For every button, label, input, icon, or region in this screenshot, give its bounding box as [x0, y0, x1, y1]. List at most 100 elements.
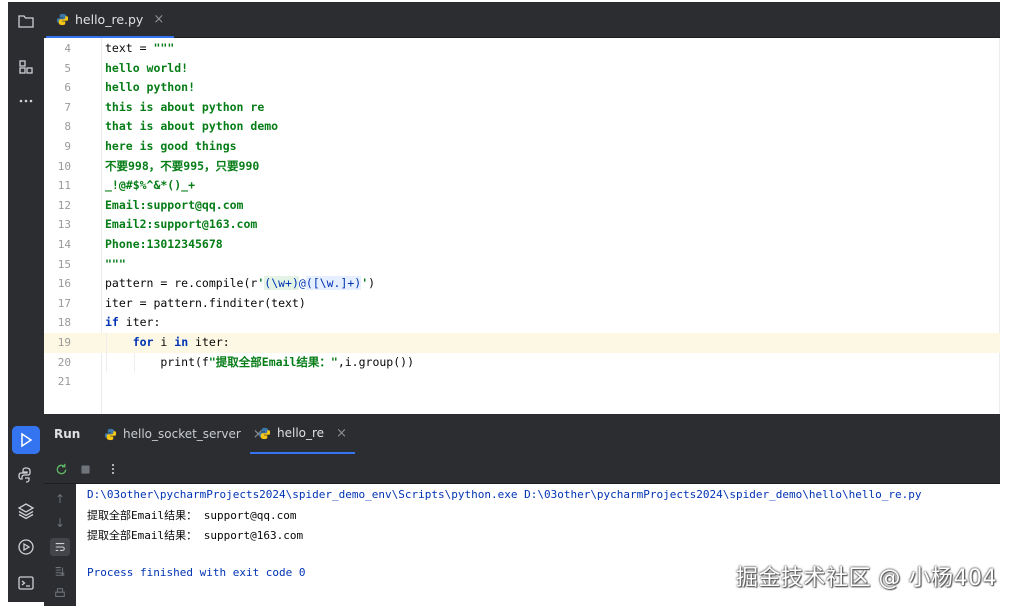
code-line[interactable]: 11 _!@#$%^&*()_+ [44, 176, 1000, 196]
code-token: here is good things [105, 139, 237, 153]
indent-guide [106, 333, 107, 353]
stop-icon[interactable] [76, 460, 94, 478]
line-number: 8 [64, 120, 71, 134]
structure-icon[interactable] [8, 52, 44, 82]
line-number: 21 [57, 375, 71, 389]
code-token: ([\w.]+) [305, 276, 362, 291]
code-line[interactable]: 13 Email2:support@163.com [44, 215, 1000, 235]
line-number: 7 [64, 100, 71, 114]
project-folder-icon[interactable] [8, 6, 44, 36]
code-text: 不要998，不要995，只要990 [105, 157, 259, 177]
code-line[interactable]: 17 iter = pattern.finditer(text) [44, 294, 1000, 314]
rerun-icon[interactable] [52, 460, 70, 478]
code-text: that is about python demo [105, 117, 278, 137]
code-token: ,i.group()) [337, 354, 414, 369]
line-number: 4 [64, 42, 71, 55]
code-token: (\w+) [264, 276, 299, 291]
run-icon[interactable] [12, 426, 40, 454]
python-file-icon [56, 13, 69, 25]
code-token: this is about python re [105, 99, 265, 114]
print-icon[interactable] [50, 584, 70, 602]
code-text: """ [105, 255, 126, 275]
code-line[interactable]: 9 here is good things [44, 137, 1000, 157]
code-line[interactable]: 6 hello python! [44, 78, 1000, 98]
code-line[interactable]: 20 print(f"提取全部Email结果：",i.group()) [44, 352, 1000, 373]
watermark: 掘金技术社区 @ 小杨404 [736, 566, 997, 591]
code-token: pattern = re.compile(r [105, 276, 258, 291]
line-number: 10 [57, 159, 71, 173]
code-line[interactable]: 15 """ [44, 255, 1000, 275]
tab-filename: hello_re.py [75, 11, 144, 27]
code-line[interactable]: 12 Email:support@qq.com [44, 196, 1000, 216]
console-side-toolbar: ↑ ↓ [44, 484, 76, 606]
line-number: 11 [57, 179, 71, 193]
code-line[interactable]: 8 that is about python demo [44, 117, 1000, 137]
line-number: 17 [57, 296, 71, 310]
code-token: text = [105, 41, 154, 55]
indent-guide [134, 352, 135, 373]
editor-tab-bar: hello_re.py × [44, 2, 1000, 38]
code-line[interactable]: 7 this is about python re [44, 98, 1000, 118]
code-text: here is good things [105, 137, 237, 157]
line-number: 18 [57, 316, 71, 330]
code-text: Email2:support@163.com [105, 215, 257, 235]
left-tool-stripe [8, 2, 44, 602]
scroll-to-end-icon[interactable] [50, 562, 70, 580]
line-number: 12 [57, 198, 71, 212]
console-exit-line: Process finished with exit code 0 [87, 566, 306, 579]
code-token: Email:support@qq.com [105, 197, 244, 212]
run-title: Run [54, 427, 81, 441]
tab-close-icon[interactable]: × [153, 12, 164, 27]
code-token: ) [368, 276, 376, 291]
code-text: print(f"提取全部Email结果：",i.group()) [105, 353, 414, 373]
code-text: pattern = re.compile(r'(\w+)@([\w.]+)') [105, 274, 375, 294]
code-token: hello world! [105, 60, 189, 75]
code-token: "提取全部Email结果：" [208, 354, 338, 369]
scroll-down-icon[interactable]: ↓ [50, 514, 70, 532]
more-options-icon[interactable] [104, 460, 122, 478]
indent-guide [106, 352, 107, 373]
code-token: iter = pattern.finditer(text) [105, 295, 306, 310]
run-tab-label: hello_socket_server [123, 427, 241, 441]
code-text: this is about python re [105, 98, 264, 118]
run-tab-label: hello_re [277, 426, 325, 440]
run-tab-close-icon[interactable]: × [336, 426, 347, 441]
code-editor[interactable]: 4 text = """ 5 hello world! 6 hello python! 7 t… [44, 38, 1000, 414]
code-token: iter: [188, 335, 230, 349]
run-tool-window-header: Run hello_socket_server × hello_re × [44, 414, 1000, 454]
code-token: 不要998，不要995，只要990 [105, 158, 260, 173]
code-line[interactable]: 21 [44, 372, 1000, 392]
code-text: text = """ [105, 39, 174, 59]
services-icon[interactable] [8, 532, 44, 562]
console-output-line: 提取全部Email结果： support@163.com [87, 529, 304, 542]
line-number: 6 [64, 81, 71, 95]
code-text: hello python! [105, 78, 195, 98]
run-toolbar [44, 454, 1000, 484]
code-text: if iter: [105, 313, 160, 333]
code-line[interactable]: 10 不要998，不要995，只要990 [44, 157, 1000, 177]
code-line[interactable]: 4 text = """ [44, 39, 1000, 59]
code-line[interactable]: 19 for i in iter: [44, 333, 1000, 353]
code-line[interactable]: 5 hello world! [44, 59, 1000, 79]
tab-hello-re[interactable]: hello_re.py × [46, 2, 175, 38]
layers-icon[interactable] [8, 496, 44, 526]
soft-wrap-icon[interactable] [50, 538, 70, 556]
scroll-up-icon[interactable]: ↑ [50, 490, 70, 508]
line-number: 20 [57, 355, 71, 369]
code-token: in [174, 335, 189, 349]
python-console-icon[interactable] [8, 460, 44, 490]
code-token: that is about python demo [105, 119, 279, 134]
line-number: 14 [57, 238, 71, 251]
run-tab-hello-socket-server[interactable]: hello_socket_server × [96, 414, 272, 454]
terminal-icon[interactable] [8, 568, 44, 598]
code-token: print(f [105, 354, 209, 369]
code-line[interactable]: 16 pattern = re.compile(r'(\w+)@([\w.]+)'… [44, 274, 1000, 294]
line-number: 5 [64, 61, 71, 75]
run-tab-hello-re[interactable]: hello_re × [250, 414, 355, 454]
code-line[interactable]: 18 if iter: [44, 313, 1000, 333]
more-tools-icon[interactable] [8, 86, 44, 116]
code-token: """ [153, 41, 175, 55]
code-line[interactable]: 14 Phone:13012345678 [44, 235, 1000, 255]
code-token: Email2:support@163.com [105, 217, 258, 232]
